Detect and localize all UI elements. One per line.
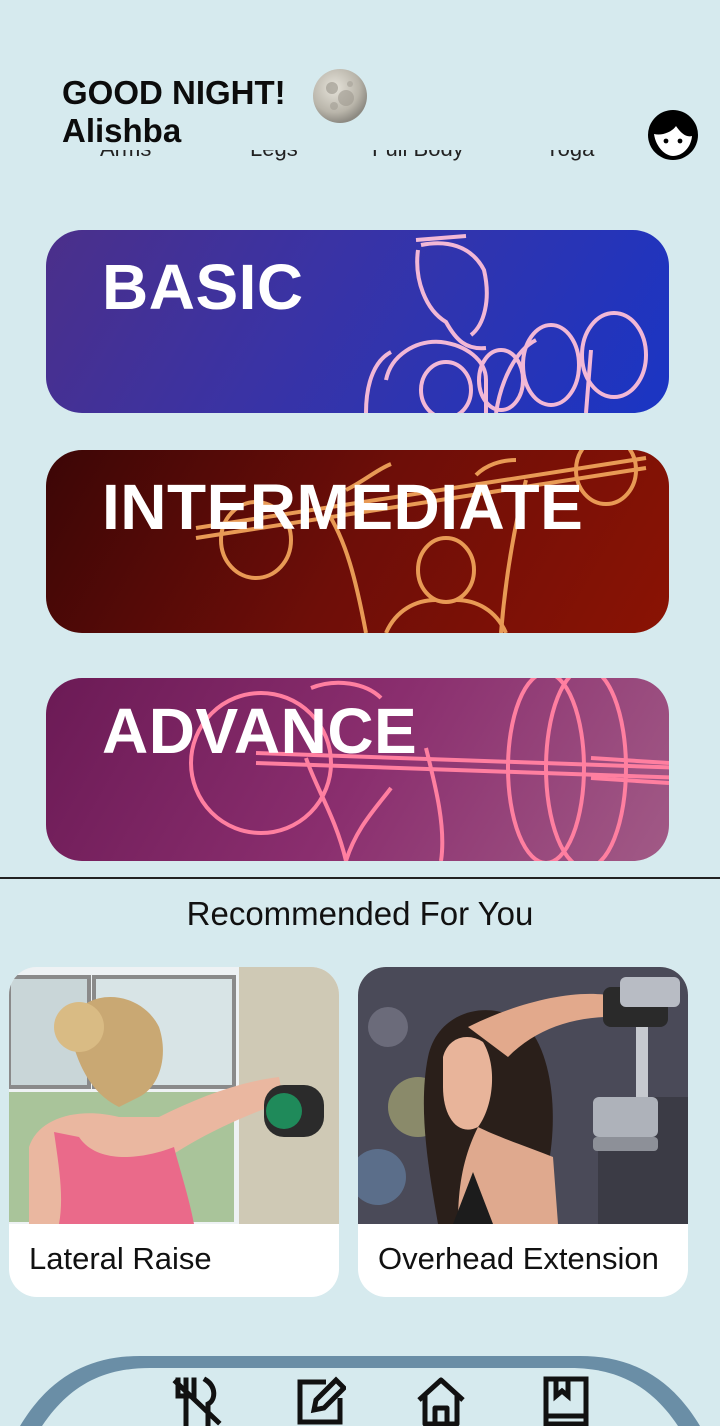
level-card-advance[interactable]: ADVANCE	[46, 678, 669, 861]
header: GOOD NIGHT! Alishba Arms Legs Full Body …	[0, 0, 720, 180]
book-icon[interactable]	[542, 1376, 592, 1426]
level-card-intermediate[interactable]: INTERMEDIATE	[46, 450, 669, 633]
recommended-label-overhead-extension: Overhead Extension	[378, 1241, 659, 1276]
level-card-basic[interactable]: BASIC	[46, 230, 669, 413]
user-name: Alishba	[62, 112, 182, 149]
level-title-intermediate: INTERMEDIATE	[102, 471, 584, 543]
recommended-title: Recommended For You	[186, 895, 534, 932]
level-title-basic: BASIC	[102, 251, 304, 323]
greeting-text: GOOD NIGHT!	[62, 74, 286, 111]
greeting-block: GOOD NIGHT! Alishba	[62, 74, 286, 150]
recommended-label-lateral-raise: Lateral Raise	[29, 1241, 212, 1276]
category-yoga[interactable]: Yoga	[545, 150, 594, 162]
edit-note-icon[interactable]	[296, 1376, 346, 1426]
diet-icon[interactable]	[172, 1376, 222, 1426]
level-title-advance: ADVANCE	[102, 695, 418, 767]
recommended-card-lateral-raise[interactable]: Lateral Raise	[9, 967, 339, 1297]
moon-icon	[313, 69, 367, 123]
category-legs[interactable]: Legs	[250, 150, 298, 162]
category-full-body[interactable]: Full Body	[372, 150, 464, 162]
section-divider	[0, 877, 720, 879]
category-arms[interactable]: Arms	[100, 150, 151, 162]
recommended-card-overhead-extension[interactable]: Overhead Extension	[358, 967, 688, 1297]
category-strip: Arms Legs Full Body Yoga	[0, 150, 720, 176]
overhead-extension-photo	[358, 967, 688, 1224]
home-icon[interactable]	[416, 1376, 466, 1426]
lateral-raise-photo	[9, 967, 339, 1224]
bottom-nav-bar	[20, 1356, 700, 1426]
